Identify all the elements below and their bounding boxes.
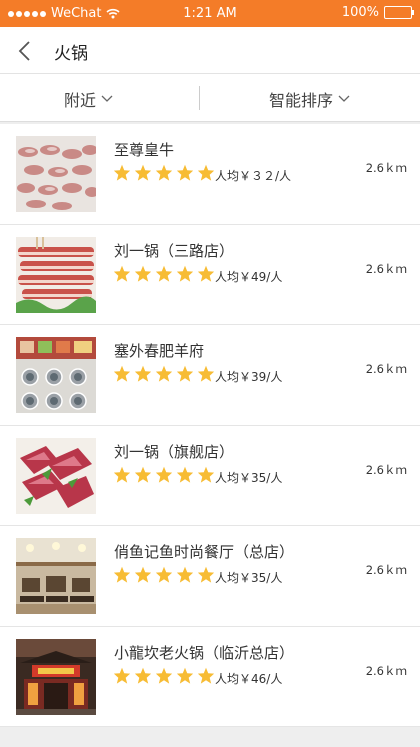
star-icon — [155, 164, 173, 181]
star-icon — [113, 365, 131, 382]
list-item[interactable]: 俏鱼记鱼时尚餐厅（总店） 人均￥35/人 2.6ｋｍ — [0, 526, 420, 627]
restaurant-list: 至尊皇牛 人均￥３２/人 2.6ｋｍ 刘一锅（三路店） 人均￥49/人 2.6ｋ… — [0, 124, 420, 727]
filter-bar: 附近 智能排序 — [0, 74, 420, 122]
page-title: 火锅 — [54, 44, 88, 64]
star-icon — [134, 164, 152, 181]
restaurant-name: 至尊皇牛 — [114, 141, 175, 159]
list-item[interactable]: 刘一锅（旗舰店） 人均￥35/人 2.6ｋｍ — [0, 425, 420, 526]
distance-label: 2.6ｋｍ — [365, 563, 407, 577]
rating-stars — [113, 566, 215, 583]
distance-label: 2.6ｋｍ — [365, 362, 407, 376]
star-icon — [155, 466, 173, 483]
average-price: 人均￥49/人 — [215, 269, 283, 284]
status-bar: WeChat 1:21 AM 100% — [0, 0, 420, 27]
star-icon — [113, 164, 131, 181]
sort-filter-label: 智能排序 — [269, 91, 334, 110]
restaurant-thumbnail — [16, 638, 96, 715]
average-price: 人均￥35/人 — [215, 470, 283, 485]
chevron-down-icon — [101, 95, 113, 102]
star-icon — [134, 566, 152, 583]
restaurant-thumbnail — [16, 437, 96, 514]
distance-label: 2.6ｋｍ — [365, 261, 407, 276]
back-button[interactable] — [14, 39, 36, 63]
list-item[interactable]: 塞外春肥羊府 人均￥39/人 2.6ｋｍ — [0, 325, 420, 426]
star-icon — [176, 466, 194, 483]
distance-label: 2.6ｋｍ — [365, 161, 407, 175]
restaurant-thumbnail — [16, 236, 96, 313]
star-icon — [155, 265, 173, 282]
star-icon — [176, 667, 194, 684]
rating-stars — [113, 365, 215, 382]
star-icon — [134, 466, 152, 483]
average-price: 人均￥46/人 — [215, 671, 283, 686]
restaurant-thumbnail — [16, 337, 96, 413]
star-icon — [155, 667, 173, 684]
filter-divider — [199, 86, 200, 110]
star-icon — [113, 667, 131, 684]
status-right: 100% — [341, 5, 414, 20]
restaurant-name: 俏鱼记鱼时尚餐厅（总店） — [114, 543, 295, 561]
distance-label: 2.6ｋｍ — [365, 462, 407, 477]
average-price: 人均￥３２/人 — [215, 169, 292, 183]
battery-percent: 100% — [341, 5, 379, 20]
distance-label: 2.6ｋｍ — [365, 663, 407, 678]
star-icon — [197, 265, 215, 282]
rating-stars — [113, 164, 215, 181]
star-icon — [134, 265, 152, 282]
restaurant-name: 刘一锅（三路店） — [114, 241, 235, 260]
rating-stars — [113, 667, 215, 684]
star-icon — [176, 164, 194, 181]
star-icon — [197, 466, 215, 483]
star-icon — [197, 566, 215, 583]
restaurant-name: 刘一锅（旗舰店） — [114, 442, 235, 461]
nearby-filter[interactable]: 附近 — [64, 87, 113, 111]
star-icon — [113, 566, 131, 583]
restaurant-thumbnail — [16, 538, 96, 614]
list-item[interactable]: 至尊皇牛 人均￥３２/人 2.6ｋｍ — [0, 124, 420, 225]
restaurant-thumbnail — [16, 136, 96, 212]
star-icon — [113, 466, 131, 483]
star-icon — [197, 365, 215, 382]
chevron-down-icon — [338, 95, 350, 102]
restaurant-name: 小龍坎老火锅（临沂总店） — [114, 643, 295, 662]
star-icon — [176, 265, 194, 282]
restaurant-name: 塞外春肥羊府 — [114, 342, 205, 360]
star-icon — [155, 365, 173, 382]
average-price: 人均￥35/人 — [215, 571, 283, 585]
star-icon — [155, 566, 173, 583]
star-icon — [113, 265, 131, 282]
star-icon — [134, 365, 152, 382]
star-icon — [134, 667, 152, 684]
star-icon — [176, 365, 194, 382]
nearby-filter-label: 附近 — [64, 91, 97, 110]
star-icon — [197, 667, 215, 684]
battery-icon — [384, 6, 414, 19]
rating-stars — [113, 265, 215, 282]
rating-stars — [113, 466, 215, 483]
sort-filter[interactable]: 智能排序 — [269, 87, 350, 111]
star-icon — [197, 164, 215, 181]
list-item[interactable]: 刘一锅（三路店） 人均￥49/人 2.6ｋｍ — [0, 224, 420, 325]
nav-bar: 火锅 — [0, 27, 420, 74]
list-item[interactable]: 小龍坎老火锅（临沂总店） 人均￥46/人 2.6ｋｍ — [0, 626, 420, 727]
star-icon — [176, 566, 194, 583]
average-price: 人均￥39/人 — [215, 370, 283, 384]
